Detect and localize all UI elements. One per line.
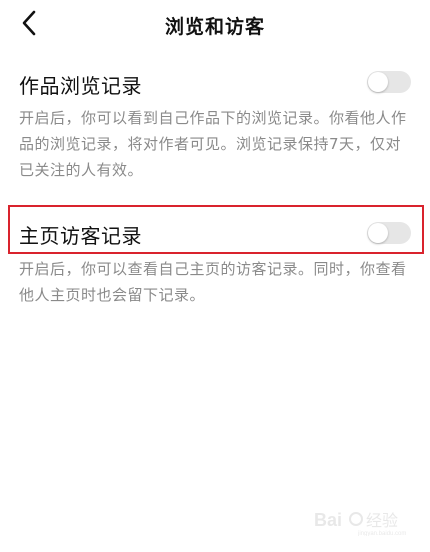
toggle-knob: [368, 223, 388, 243]
setting-row: 主页访客记录: [0, 214, 430, 254]
header: 浏览和访客: [0, 0, 430, 52]
setting-description: 开启后，你可以看到自己作品下的浏览记录。你看他人作品的浏览记录，将对作者可见。浏…: [19, 109, 407, 179]
svg-text:jingyan.baidu.com: jingyan.baidu.com: [357, 531, 406, 536]
works-browse-record-toggle[interactable]: [367, 71, 411, 93]
setting-description: 开启后，你可以查看自己主页的访客记录。同时，你查看他人主页时也会留下记录。: [19, 260, 407, 304]
page-title: 浏览和访客: [164, 16, 265, 38]
toggle-knob: [368, 72, 388, 92]
baidu-watermark-logo: Bai 经验 jingyan.baidu.com: [314, 510, 406, 536]
svg-text:Bai: Bai: [314, 510, 342, 530]
setting-title: 主页访客记录: [19, 224, 142, 248]
homepage-visitor-record-toggle[interactable]: [367, 222, 411, 244]
setting-title: 作品浏览记录: [19, 74, 142, 98]
svg-text:经验: 经验: [366, 511, 398, 530]
setting-row: 作品浏览记录: [0, 64, 430, 104]
